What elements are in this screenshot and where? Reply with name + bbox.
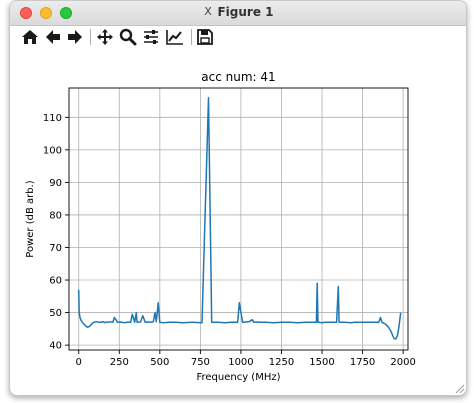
figure-canvas[interactable]: 0 250 500 750 1000 1250 1500 1750 2000 40 50 60 70 80… xyxy=(10,49,466,389)
x-axis-label: Frequency (MHz) xyxy=(196,372,280,383)
y-tick-label: 40 xyxy=(49,341,62,352)
figure-window: X Figure 1 0 250 500 750 1000 1250 1500 … xyxy=(9,0,467,396)
y-tick-label: 110 xyxy=(43,113,62,124)
y-tick-label: 60 xyxy=(49,276,62,287)
chart-title: acc num: 41 xyxy=(201,70,275,84)
x-tick-label: 1250 xyxy=(269,357,294,368)
arrow-left-icon xyxy=(46,30,60,44)
back-button[interactable] xyxy=(43,27,63,47)
x-tick-label: 1500 xyxy=(309,357,334,368)
y-tick-label: 50 xyxy=(49,308,62,319)
title-bar[interactable]: X Figure 1 xyxy=(10,1,466,26)
x-tick-label: 500 xyxy=(150,357,169,368)
floppy-disk-icon xyxy=(197,29,213,45)
chart-svg: 0 250 500 750 1000 1250 1500 1750 2000 40 50 60 70 80… xyxy=(25,70,416,383)
y-tick-label: 100 xyxy=(43,145,62,156)
edit-axis-button[interactable] xyxy=(165,27,185,47)
toolbar-separator xyxy=(191,29,192,45)
y-tick-label: 70 xyxy=(49,243,62,254)
x-tick-label: 750 xyxy=(191,357,210,368)
x-tick-label: 1000 xyxy=(228,357,253,368)
save-button[interactable] xyxy=(195,27,215,47)
y-axis-label: Power (dB arb.) xyxy=(25,180,36,257)
home-button[interactable] xyxy=(20,27,40,47)
line-chart-icon xyxy=(166,30,183,45)
arrow-right-icon xyxy=(68,30,82,44)
sliders-icon xyxy=(144,30,158,44)
zoom-button[interactable] xyxy=(118,27,138,47)
x11-icon: X xyxy=(204,5,212,18)
x-tick-label: 250 xyxy=(110,357,129,368)
window-title: Figure 1 xyxy=(217,5,274,19)
forward-button[interactable] xyxy=(65,27,85,47)
resize-grip-icon[interactable] xyxy=(454,383,464,393)
magnifier-icon xyxy=(119,28,137,46)
y-tick-label: 80 xyxy=(49,210,62,221)
navigation-toolbar xyxy=(10,26,466,48)
move-icon xyxy=(97,29,113,45)
pan-button[interactable] xyxy=(95,27,115,47)
y-tick-label: 90 xyxy=(49,178,62,189)
home-icon xyxy=(22,30,38,44)
toolbar-separator xyxy=(90,29,91,45)
x-tick-label: 0 xyxy=(76,357,82,368)
x-tick-label: 2000 xyxy=(390,357,415,368)
subplots-button[interactable] xyxy=(141,27,161,47)
x-tick-label: 1750 xyxy=(350,357,375,368)
window-title-container: X Figure 1 xyxy=(10,5,466,19)
